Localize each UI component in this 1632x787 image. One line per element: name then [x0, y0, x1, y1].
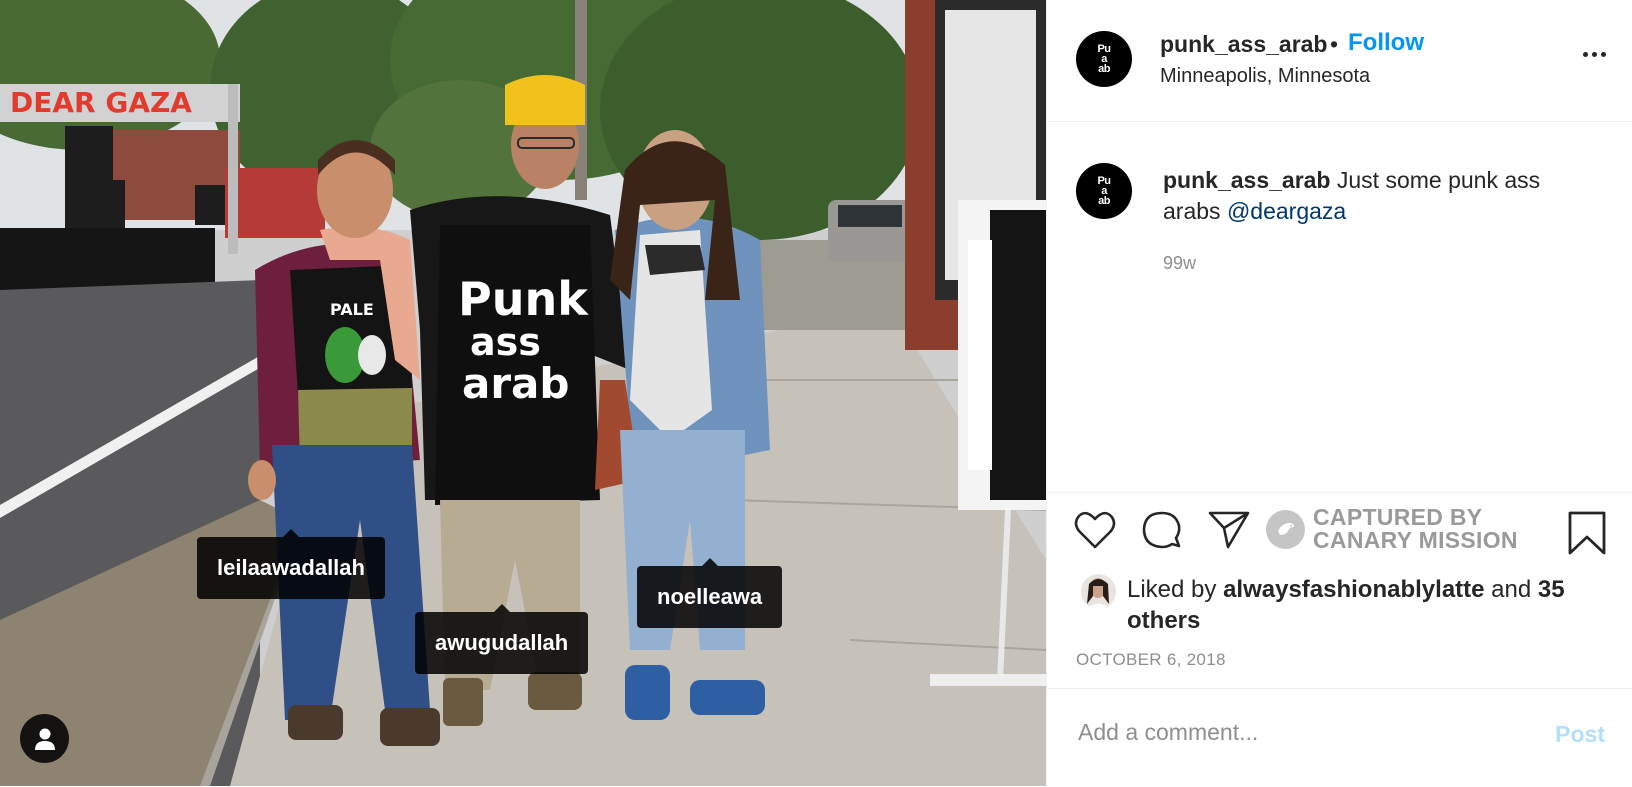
share-icon[interactable]: [1208, 510, 1250, 555]
location-link[interactable]: Minneapolis, Minnesota: [1160, 65, 1370, 88]
liker-username[interactable]: alwaysfashionablylatte: [1223, 576, 1484, 603]
likes-prefix: Liked by: [1127, 576, 1217, 603]
mention-link[interactable]: @deargaza: [1227, 198, 1346, 224]
likes-text: Liked by alwaysfashionablylatte and 35 o…: [1127, 574, 1607, 636]
svg-text:ass: ass: [470, 320, 541, 364]
post-actions: CAPTURED BY CANARY MISSION Liked by alwa…: [1047, 492, 1632, 678]
post-photo[interactable]: DEAR GAZA PALE Punk ass arab leilaawadal…: [0, 0, 1046, 786]
canary-bird-icon: [1266, 509, 1305, 549]
separator-dot: •: [1330, 31, 1339, 57]
person-icon: [34, 728, 55, 750]
tag-username: leilaawadallah: [217, 555, 365, 580]
avatar[interactable]: Pu a ab: [1076, 163, 1132, 219]
user-tag[interactable]: leilaawadallah: [197, 529, 385, 599]
svg-text:PALE: PALE: [330, 300, 374, 319]
avatar-logo: Pu a ab: [1097, 175, 1111, 207]
post-comment-button[interactable]: Post: [1555, 721, 1605, 748]
svg-text:DEAR GAZA: DEAR GAZA: [10, 86, 192, 119]
tag-caret: [701, 558, 718, 566]
instagram-post: DEAR GAZA PALE Punk ass arab leilaawadal…: [0, 0, 1632, 786]
post-side-panel: Pu a ab punk_ass_arab • Follow Minneapolis…: [1046, 0, 1632, 786]
canary-label-line1: CAPTURED BY: [1313, 504, 1483, 530]
post-date[interactable]: OCTOBER 6, 2018: [1076, 650, 1226, 670]
comment-icon[interactable]: [1141, 510, 1183, 557]
avatar-logo: Pu a ab: [1097, 43, 1111, 75]
caption-text: punk_ass_arab Just some punk ass arabs @…: [1163, 165, 1583, 227]
tag-username: awugudallah: [435, 630, 569, 655]
tag-caret: [282, 529, 299, 537]
caption-username[interactable]: punk_ass_arab: [1163, 167, 1330, 193]
canary-label: CAPTURED BY CANARY MISSION: [1313, 506, 1518, 552]
heart-icon[interactable]: [1074, 510, 1116, 555]
add-comment-section: Post: [1047, 688, 1632, 787]
svg-text:Punk: Punk: [458, 272, 589, 326]
likes-conjunction: and: [1491, 576, 1532, 603]
liker-avatar[interactable]: [1081, 574, 1116, 609]
header-username[interactable]: punk_ass_arab: [1160, 31, 1327, 58]
svg-text:arab: arab: [462, 359, 569, 408]
user-tag[interactable]: noelleawa: [637, 558, 783, 628]
comment-input[interactable]: [1076, 711, 1520, 753]
user-tag[interactable]: awugudallah: [415, 604, 589, 674]
follow-button[interactable]: Follow: [1348, 29, 1424, 57]
avatar[interactable]: Pu a ab: [1076, 31, 1132, 87]
caption-age[interactable]: 99w: [1163, 253, 1196, 274]
ellipsis-icon[interactable]: [1583, 46, 1606, 63]
post-header: Pu a ab punk_ass_arab • Follow Minneapolis…: [1047, 0, 1632, 122]
canary-label-line2: CANARY MISSION: [1313, 527, 1518, 553]
user-tags-button[interactable]: [20, 714, 69, 763]
canary-mission-watermark: CAPTURED BY CANARY MISSION: [1266, 506, 1518, 552]
tag-caret: [493, 604, 510, 612]
bookmark-icon[interactable]: [1567, 510, 1607, 561]
tag-username: noelleawa: [657, 584, 763, 609]
